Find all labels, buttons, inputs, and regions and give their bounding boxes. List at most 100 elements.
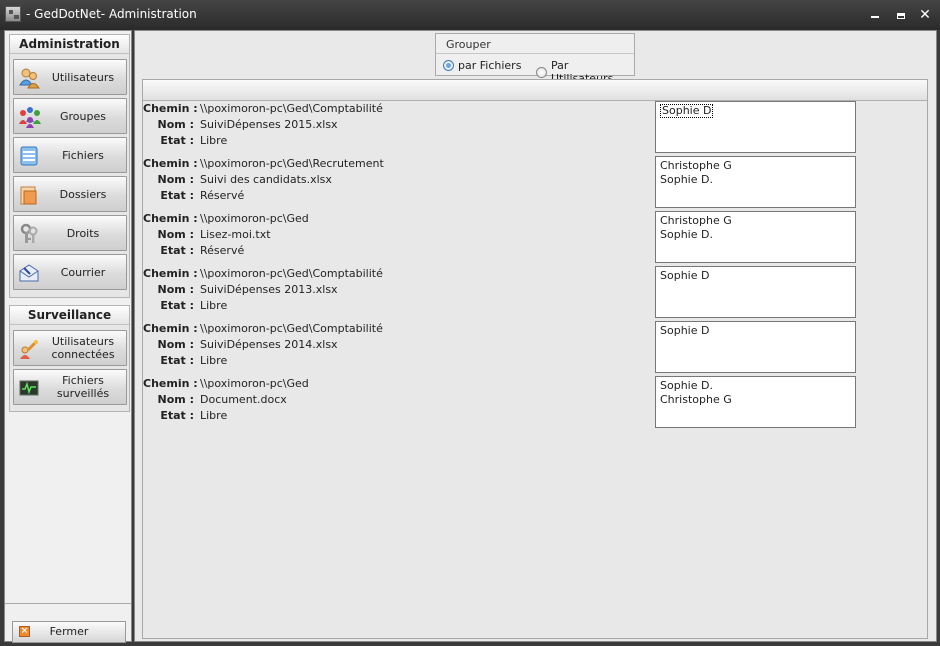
etat-label: Etat : [160,134,194,147]
groups-icon [19,107,41,128]
sidebar-item-fichiers[interactable]: Fichiers [13,137,127,173]
nom-label: Nom : [157,283,194,296]
file-entry[interactable]: Chemin : \\poximoron-pc\Ged\Comptabilité N… [143,321,923,376]
chemin-label: Chemin : [143,377,198,390]
chemin-label: Chemin : [143,102,198,115]
surveillance-section: Surveillance Utilisateurs connectées Fic… [9,305,130,412]
etat-value: Libre [200,134,228,147]
chemin-row: Chemin : \\poximoron-pc\Ged\Comptabilité [143,321,383,337]
sidebar-item-utilisateurs[interactable]: Utilisateurs [13,59,127,95]
sidebar-item-utilisateurs-connectees[interactable]: Utilisateurs connectées [13,330,127,366]
user-list-item[interactable]: Sophie D. [660,173,851,187]
chemin-value: \\poximoron-pc\Ged\Comptabilité [200,322,383,335]
chemin-label: Chemin : [143,157,198,170]
etat-value: Libre [200,354,228,367]
window-title: - GedDotNet- Administration [26,7,197,21]
sidebar-item-label: Courrier [60,265,106,279]
user-name: Christophe G [660,214,732,227]
etat-label: Etat : [160,244,194,257]
sidebar-item-label: Fichiers surveillés [56,374,110,400]
etat-value: Libre [200,299,228,312]
user-list-item[interactable]: Sophie D. [660,379,851,393]
close-window-button[interactable]: ✕ [917,7,933,23]
etat-label: Etat : [160,354,194,367]
sidebar-item-droits[interactable]: Droits [13,215,127,251]
users-list[interactable]: Sophie D [655,321,856,373]
app-icon [5,6,21,22]
sidebar-item-groupes[interactable]: Groupes [13,98,127,134]
minimize-button[interactable] [867,7,883,23]
nom-value: Lisez-moi.txt [200,228,271,241]
nom-row: Nom : SuiviDépenses 2013.xlsx [143,282,338,298]
user-name: Christophe G [660,393,732,406]
user-name: Sophie D. [660,173,713,186]
nom-row: Nom : Document.docx [143,392,287,408]
chemin-value: \\poximoron-pc\Ged\Comptabilité [200,267,383,280]
chemin-row: Chemin : \\poximoron-pc\Ged\Comptabilité [143,101,383,117]
administration-section: Administration Utilisateurs Groupes Fich… [9,34,130,298]
sidebar-divider [5,603,131,604]
sidebar-item-courrier[interactable]: Courrier [13,254,127,290]
user-list-item[interactable]: Christophe G [660,214,851,228]
files-icon [20,146,38,166]
mail-icon [19,264,39,282]
nom-value: SuiviDépenses 2014.xlsx [200,338,338,351]
user-name: Christophe G [660,159,732,172]
monitor-icon [19,380,39,396]
user-list-item[interactable]: Sophie D [660,269,851,283]
user-name: Sophie D [660,269,710,282]
file-entry[interactable]: Chemin : \\poximoron-pc\Ged Nom : Lisez-moi… [143,211,923,266]
title-bar[interactable]: - GedDotNet- Administration ✕ [0,0,940,30]
chemin-row: Chemin : \\poximoron-pc\Ged\Recrutement [143,156,384,172]
nom-row: Nom : SuiviDépenses 2014.xlsx [143,337,338,353]
chemin-label: Chemin : [143,267,198,280]
users-list[interactable]: Christophe G Sophie D. [655,156,856,208]
file-entry[interactable]: Chemin : \\poximoron-pc\Ged\Comptabilité N… [143,101,923,156]
chemin-value: \\poximoron-pc\Ged [200,377,309,390]
chemin-value: \\poximoron-pc\Ged [200,212,309,225]
nom-value: Document.docx [200,393,287,406]
connected-users-icon [20,339,39,359]
file-entry[interactable]: Chemin : \\poximoron-pc\Ged Nom : Document.… [143,376,923,431]
chemin-label: Chemin : [143,212,198,225]
app-window: - GedDotNet- Administration ✕ Administra… [0,0,940,646]
sidebar-item-label: Droits [66,226,100,240]
radio-par-fichiers[interactable]: par Fichiers [443,59,521,72]
users-list[interactable]: Sophie D [655,266,856,318]
sidebar-item-label: Groupes [60,109,106,123]
sidebar-item-dossiers[interactable]: Dossiers [13,176,127,212]
users-list[interactable]: Christophe G Sophie D. [655,211,856,263]
chemin-row: Chemin : \\poximoron-pc\Ged [143,376,309,392]
user-list-item[interactable]: Christophe G [660,159,851,173]
grouper-divider [436,53,634,54]
etat-value: Réservé [200,244,245,257]
users-list[interactable]: Sophie D. Christophe G [655,376,856,428]
file-entry[interactable]: Chemin : \\poximoron-pc\Ged\Recrutement No… [143,156,923,211]
user-list-item[interactable]: Sophie D [660,104,851,118]
user-list-item[interactable]: Sophie D. [660,228,851,242]
users-list[interactable]: Sophie D [655,101,856,153]
sidebar-item-label: Fichiers [62,148,104,162]
user-list-item[interactable]: Sophie D [660,324,851,338]
nom-value: Suivi des candidats.xlsx [200,173,332,186]
user-list-item[interactable]: Christophe G [660,393,851,407]
nom-value: SuiviDépenses 2013.xlsx [200,283,338,296]
users-icon [19,68,40,89]
sidebar-item-fichiers-surveilles[interactable]: Fichiers surveillés [13,369,127,405]
radio-label: par Fichiers [458,59,522,72]
nom-row: Nom : SuiviDépenses 2015.xlsx [143,117,338,133]
file-entry[interactable]: Chemin : \\poximoron-pc\Ged\Comptabilité N… [143,266,923,321]
maximize-button[interactable] [893,7,909,23]
etat-row: Etat : Libre [143,133,227,149]
close-button-label: Fermer [49,625,89,638]
close-button[interactable]: × Fermer [12,621,126,643]
radio-unchecked-icon [536,66,547,78]
sidebar-item-label: Dossiers [59,187,107,201]
chemin-label: Chemin : [143,322,198,335]
grouper-title: Grouper [446,38,491,51]
nom-label: Nom : [157,118,194,131]
radio-checked-icon [443,60,454,71]
sidebar-item-label: Utilisateurs connectées [51,335,115,361]
nom-value: SuiviDépenses 2015.xlsx [200,118,338,131]
user-name: Sophie D. [660,379,713,392]
